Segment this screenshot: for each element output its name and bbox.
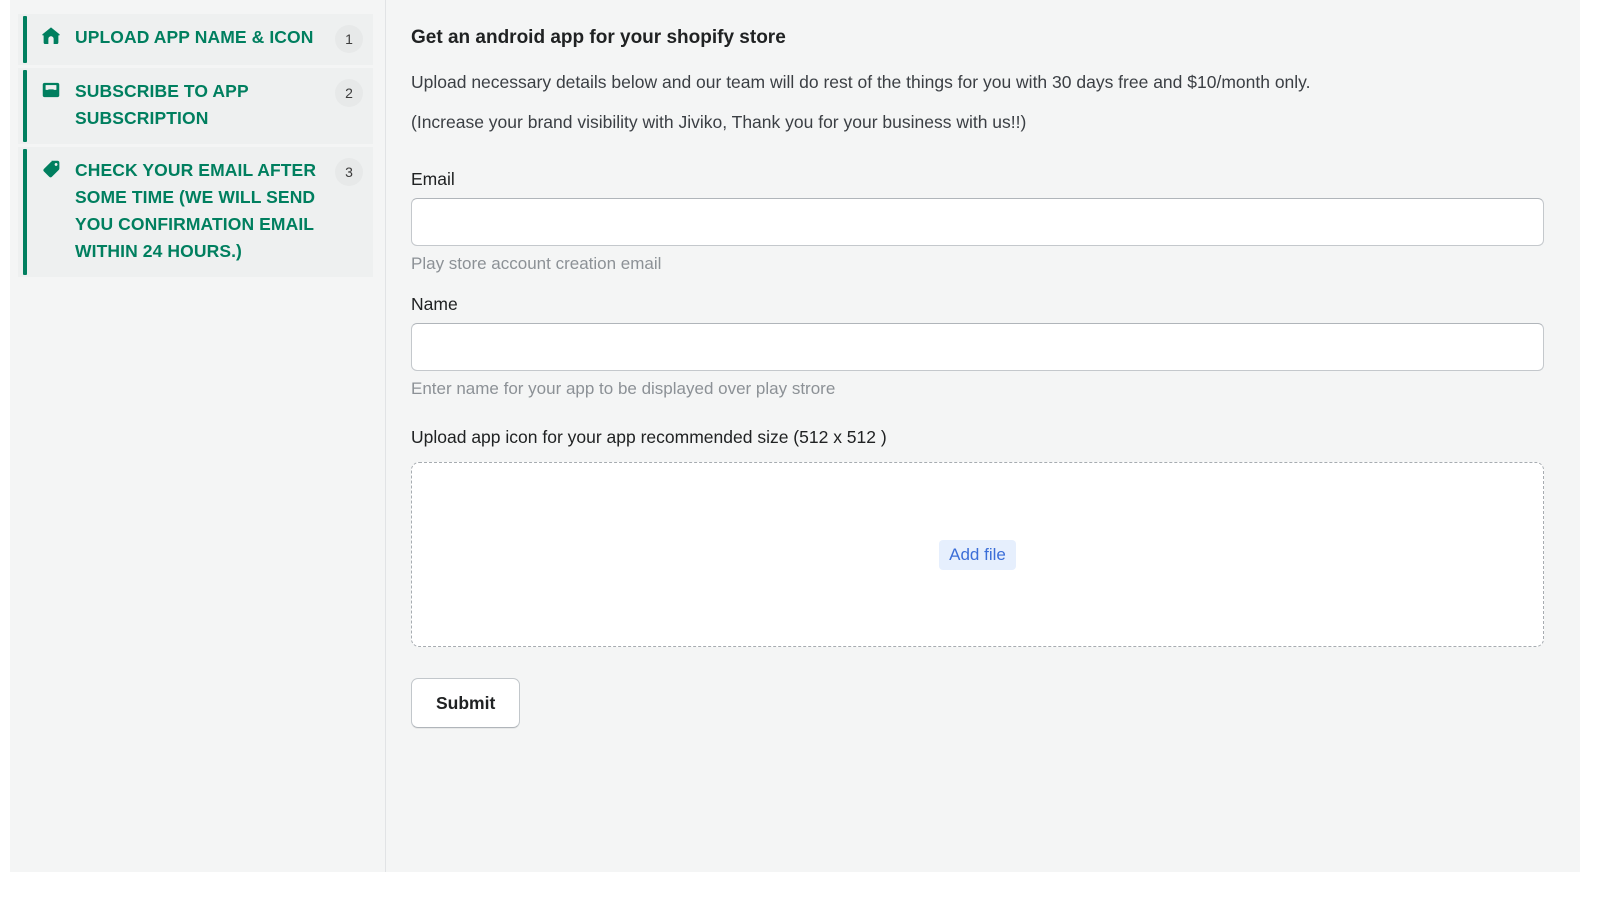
upload-field-label: Upload app icon for your app recommended…	[411, 426, 1554, 448]
email-help-text: Play store account creation email	[411, 253, 1554, 275]
sidebar-item-check-your-email[interactable]: CHECK YOUR EMAIL AFTER SOME TIME (WE WIL…	[18, 147, 373, 277]
sidebar-item-badge: 2	[335, 79, 363, 107]
intro-line-2: (Increase your brand visibility with Jiv…	[411, 110, 1554, 134]
name-field-group: Name Enter name for your app to be displ…	[411, 293, 1554, 400]
name-input[interactable]	[411, 323, 1544, 371]
sidebar-item-upload-app-name-icon[interactable]: UPLOAD APP NAME & ICON 1	[18, 14, 373, 65]
home-icon	[40, 25, 62, 47]
submit-button[interactable]: Submit	[411, 678, 520, 728]
page-title: Get an android app for your shopify stor…	[411, 26, 1554, 50]
email-input[interactable]	[411, 198, 1544, 246]
app-root: UPLOAD APP NAME & ICON 1 SUBSCRIBE TO AP…	[10, 0, 1580, 872]
email-field-group: Email Play store account creation email	[411, 168, 1554, 275]
name-field-label: Name	[411, 293, 1554, 315]
main-content: Get an android app for your shopify stor…	[386, 0, 1580, 872]
name-help-text: Enter name for your app to be displayed …	[411, 378, 1554, 400]
inbox-icon	[40, 79, 62, 101]
steps-sidebar: UPLOAD APP NAME & ICON 1 SUBSCRIBE TO AP…	[10, 0, 386, 872]
add-file-button[interactable]: Add file	[939, 540, 1016, 570]
sidebar-item-badge: 3	[335, 158, 363, 186]
email-field-label: Email	[411, 168, 1554, 190]
sidebar-item-subscribe-to-app-subscription[interactable]: SUBSCRIBE TO APP SUBSCRIPTION 2	[18, 68, 373, 144]
sidebar-item-label: UPLOAD APP NAME & ICON	[75, 24, 335, 51]
tag-icon	[40, 158, 62, 180]
sidebar-item-badge: 1	[335, 25, 363, 53]
file-dropzone[interactable]: Add file	[411, 462, 1544, 647]
upload-field-group: Upload app icon for your app recommended…	[411, 426, 1554, 647]
sidebar-item-label: SUBSCRIBE TO APP SUBSCRIPTION	[75, 78, 335, 132]
intro-line-1: Upload necessary details below and our t…	[411, 70, 1554, 94]
sidebar-item-label: CHECK YOUR EMAIL AFTER SOME TIME (WE WIL…	[75, 157, 335, 265]
